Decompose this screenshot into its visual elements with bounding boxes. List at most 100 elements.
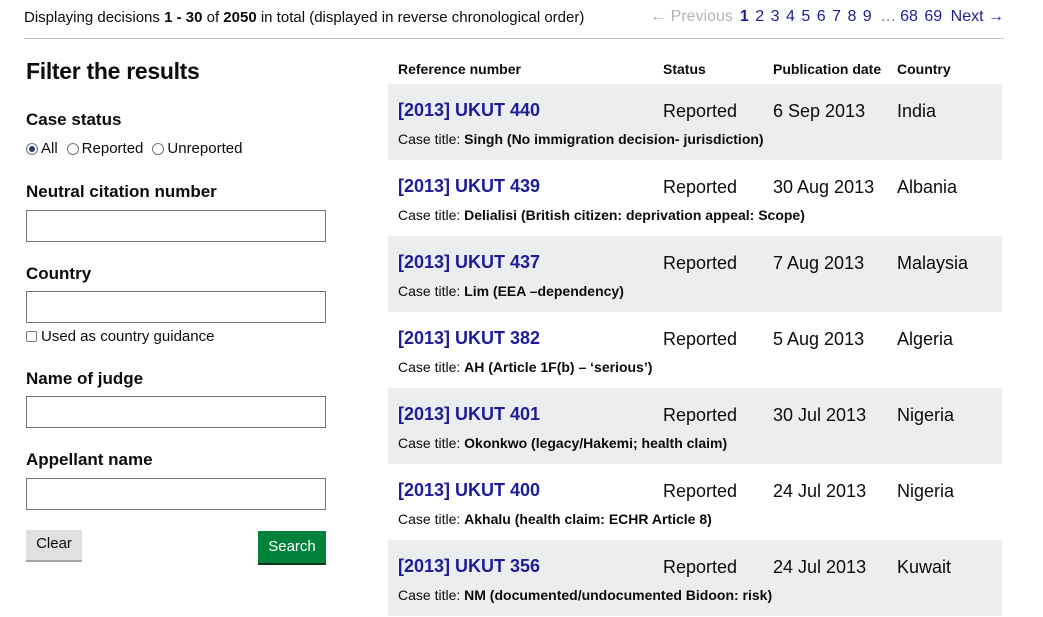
status-cell: Reported — [663, 329, 738, 349]
case-title: Case title: AH (Article 1F(b) – ‘serious… — [398, 359, 652, 375]
case-status-label: Case status — [26, 110, 122, 129]
case-title-text: Okonkwo (legacy/Hakemi; health claim) — [464, 435, 728, 451]
country-guidance-label: Used as country guidance — [41, 328, 215, 345]
reference-link[interactable]: [2013] UKUT 440 — [398, 100, 540, 121]
country-label: Country — [26, 264, 92, 283]
page-link-8[interactable]: 8 — [847, 8, 856, 25]
reference-link[interactable]: [2013] UKUT 439 — [398, 176, 540, 197]
radio-reported-indicator[interactable] — [66, 142, 79, 155]
radio-reported[interactable]: Reported — [66, 140, 144, 157]
page-link-1: 1 — [739, 8, 749, 25]
case-status-radio-group: All Reported Unreported — [26, 140, 251, 159]
case-title-label: Case title: — [398, 131, 465, 147]
page-link-3[interactable]: 3 — [771, 8, 780, 25]
previous-link: ← Previous — [650, 8, 733, 25]
page-link-9[interactable]: 9 — [863, 8, 872, 25]
radio-all[interactable]: All — [26, 140, 58, 157]
page-link-5[interactable]: 5 — [801, 8, 810, 25]
radio-unreported-indicator[interactable] — [152, 142, 165, 155]
case-title: Case title: Lim (EEA –dependency) — [398, 283, 624, 299]
case-title: Case title: Singh (No immigration decisi… — [398, 131, 764, 147]
publication-date-cell: 6 Sep 2013 — [773, 101, 866, 121]
results-summary: Displaying decisions 1 - 30 of 2050 in t… — [24, 9, 584, 26]
status-cell: Reported — [663, 481, 738, 501]
radio-all-label: All — [41, 140, 58, 157]
country-input[interactable] — [26, 291, 326, 323]
reference-link[interactable]: [2013] UKUT 356 — [398, 556, 540, 577]
case-title-label: Case title: — [398, 587, 465, 603]
publication-date-cell: 5 Aug 2013 — [773, 329, 865, 349]
results-table: Reference number Status Publication date… — [388, 56, 1002, 616]
country-cell: Albania — [897, 177, 958, 197]
page-link-2[interactable]: 2 — [755, 8, 764, 25]
radio-unreported-label: Unreported — [167, 140, 243, 157]
judge-label: Name of judge — [26, 369, 144, 388]
neutral-citation-label: Neutral citation number — [26, 182, 217, 201]
status-cell: Reported — [663, 101, 738, 121]
reference-link[interactable]: [2013] UKUT 437 — [398, 252, 540, 273]
case-title-label: Case title: — [398, 511, 465, 527]
case-title: Case title: Delialisi (British citizen: … — [398, 207, 805, 223]
results-summary-bar: Displaying decisions 1 - 30 of 2050 in t… — [24, 0, 1004, 39]
country-cell: Algeria — [897, 329, 954, 349]
header-publication-date: Publication date — [773, 61, 882, 77]
status-cell: Reported — [663, 177, 738, 197]
pagination: ← Previous 1 2 3 4 5 6 7 8 9 … 68 69 Next … — [650, 8, 1004, 26]
reference-link[interactable]: [2013] UKUT 382 — [398, 328, 540, 349]
page-link-6[interactable]: 6 — [817, 8, 826, 25]
clear-button[interactable]: Clear — [26, 530, 82, 560]
summary-suffix: in total (displayed in reverse chronolog… — [256, 9, 585, 26]
publication-date-cell: 30 Aug 2013 — [773, 177, 875, 197]
table-row: [2013] UKUT 437 Reported 7 Aug 2013 Malaysi… — [388, 236, 1002, 312]
case-title-text: Akhalu (health claim: ECHR Article 8) — [464, 511, 712, 527]
case-title-text: NM (documented/undocumented Bidoon: risk… — [464, 587, 773, 603]
radio-unreported[interactable]: Unreported — [152, 140, 242, 157]
country-cell: India — [897, 101, 937, 121]
neutral-citation-input[interactable] — [26, 210, 326, 242]
filter-heading: Filter the results — [26, 58, 200, 84]
country-guidance-checkbox[interactable] — [26, 331, 37, 342]
table-row: [2013] UKUT 440 Reported 6 Sep 2013 India Ca… — [388, 84, 1002, 160]
country-cell: Nigeria — [897, 481, 955, 501]
country-guidance-checkbox-row[interactable]: Used as country guidance — [26, 328, 214, 345]
radio-all-indicator[interactable] — [26, 142, 38, 155]
page-link-4[interactable]: 4 — [786, 8, 795, 25]
filter-panel: Filter the results Case status All Report… — [26, 58, 326, 563]
radio-reported-label: Reported — [81, 140, 144, 157]
case-title: Case title: Okonkwo (legacy/Hakemi; heal… — [398, 435, 727, 451]
summary-total: 2050 — [223, 9, 257, 26]
table-header: Reference number Status Publication date… — [388, 56, 1002, 84]
case-title: Case title: NM (documented/undocumented … — [398, 587, 772, 603]
judge-name-input[interactable] — [26, 396, 326, 428]
country-cell: Malaysia — [897, 253, 969, 273]
status-cell: Reported — [663, 253, 738, 273]
case-title-text: Delialisi (British citizen: deprivation … — [464, 207, 805, 223]
page-link-7[interactable]: 7 — [832, 8, 841, 25]
table-row: [2013] UKUT 400 Reported 24 Jul 2013 Nigeri… — [388, 464, 1002, 540]
reference-link[interactable]: [2013] UKUT 401 — [398, 404, 540, 425]
header-status: Status — [663, 61, 706, 77]
table-row: [2013] UKUT 439 Reported 30 Aug 2013 Albani… — [388, 160, 1002, 236]
next-link[interactable]: Next → — [951, 8, 1004, 25]
case-title-label: Case title: — [398, 207, 465, 223]
appellant-name-input[interactable] — [26, 478, 326, 510]
header-country: Country — [897, 61, 951, 77]
table-row: [2013] UKUT 382 Reported 5 Aug 2013 Algeria… — [388, 312, 1002, 388]
table-row: [2013] UKUT 356 Reported 24 Jul 2013 Kuwait… — [388, 540, 1002, 616]
case-title-label: Case title: — [398, 435, 465, 451]
country-cell: Nigeria — [897, 405, 955, 425]
case-title-label: Case title: — [398, 283, 465, 299]
case-title: Case title: Akhalu (health claim: ECHR A… — [398, 511, 712, 527]
page-link-68[interactable]: 68 — [900, 8, 918, 25]
status-cell: Reported — [663, 405, 738, 425]
summary-of: of — [202, 9, 224, 26]
case-title-text: Singh (No immigration decision- jurisdic… — [464, 131, 764, 147]
page-link-69[interactable]: 69 — [924, 8, 942, 25]
pagination-ellipsis: … — [880, 8, 897, 25]
summary-range: 1 - 30 — [164, 9, 203, 26]
search-button[interactable]: Search — [258, 531, 326, 563]
publication-date-cell: 30 Jul 2013 — [773, 405, 867, 425]
reference-link[interactable]: [2013] UKUT 400 — [398, 480, 540, 501]
case-title-label: Case title: — [398, 359, 465, 375]
status-cell: Reported — [663, 557, 738, 577]
